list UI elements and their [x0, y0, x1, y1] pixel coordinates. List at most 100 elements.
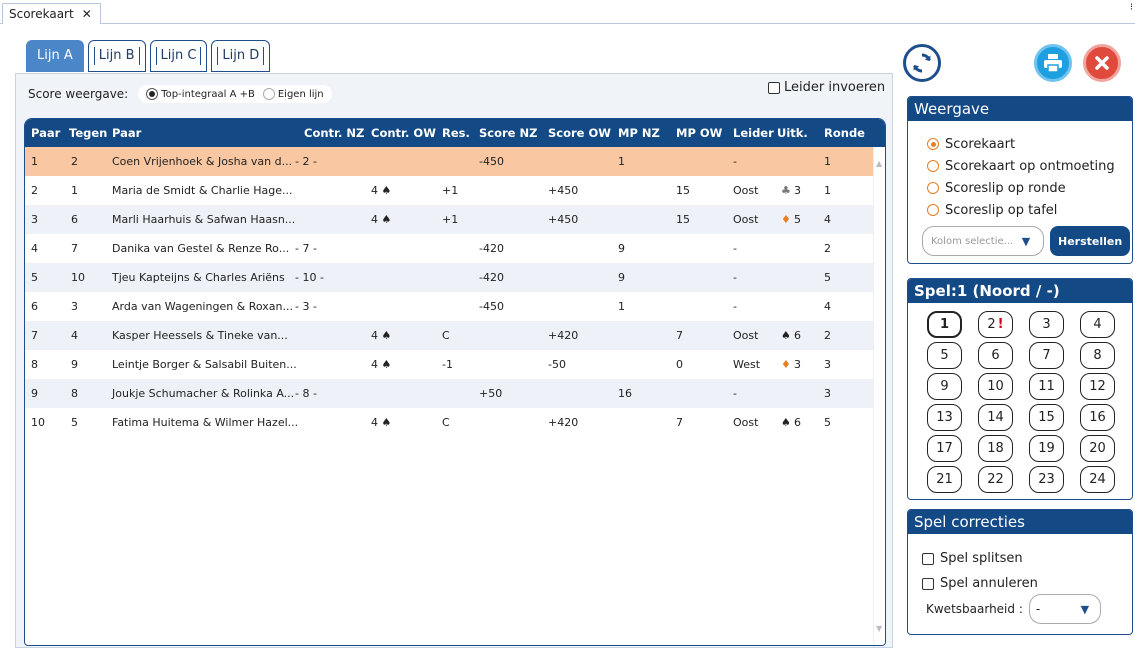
board-button-5[interactable]: 5 [927, 342, 962, 369]
board-number: 16 [1089, 410, 1106, 425]
col-contr-ow[interactable]: Contr. OW [371, 126, 436, 140]
cell-ronde: 4 [824, 300, 831, 313]
cell-tegen: 10 [71, 271, 85, 284]
board-number: 12 [1089, 379, 1106, 394]
column-select[interactable]: Kolom selectie... ▼ [922, 226, 1044, 256]
board-button-18[interactable]: 18 [978, 435, 1013, 462]
board-button-17[interactable]: 17 [927, 435, 962, 462]
document-tab-bar: Scorekaart ✕ ⁝ [0, 0, 1135, 24]
scroll-up-icon[interactable]: ▲ [876, 159, 882, 168]
board-button-2[interactable]: 2! [978, 311, 1013, 338]
col-ronde[interactable]: Ronde [824, 126, 865, 140]
board-button-13[interactable]: 13 [927, 404, 962, 431]
board-button-6[interactable]: 6 [978, 342, 1013, 369]
board-button-15[interactable]: 15 [1029, 404, 1064, 431]
tab-lijn-d[interactable]: Lijn D [211, 40, 271, 72]
col-contr-nz[interactable]: Contr. NZ [304, 126, 364, 140]
cell-paar: 5 [31, 271, 38, 284]
board-button-12[interactable]: 12 [1080, 373, 1115, 400]
board-button-24[interactable]: 24 [1080, 466, 1115, 493]
chevron-down-icon: ▼ [1017, 232, 1035, 250]
leader-checkbox[interactable]: Leider invoeren [768, 80, 885, 95]
col-res[interactable]: Res. [442, 126, 470, 140]
board-button-11[interactable]: 11 [1029, 373, 1064, 400]
vulnerability-select[interactable]: - ▼ [1028, 594, 1101, 624]
close-tab-icon[interactable]: ✕ [82, 5, 92, 24]
col-score-nz[interactable]: Score NZ [479, 126, 537, 140]
cell-mp-nz: 16 [618, 387, 632, 400]
radio-eigen-lijn[interactable]: Eigen lijn [262, 88, 324, 100]
tab-lijn-c[interactable]: Lijn C [149, 40, 208, 72]
col-leider[interactable]: Leider [733, 126, 774, 140]
board-button-19[interactable]: 19 [1029, 435, 1064, 462]
cell-leider: - [733, 300, 737, 313]
board-button-22[interactable]: 22 [978, 466, 1013, 493]
board-button-3[interactable]: 3 [1029, 311, 1064, 338]
table-row[interactable]: 4 7 Danika van Gestel & Renze Ro... - 7 - -4… [25, 234, 885, 263]
option-scoreslip-tafel[interactable]: Scoreslip op tafel [927, 199, 1132, 221]
lead-suit-icon: ♠ [781, 416, 791, 429]
cell-names: Kasper Heessels & Tineke van... [112, 329, 288, 342]
table-row[interactable]: 2 1 Maria de Smidt & Charlie Hage... 4 ♠ +1 +… [25, 176, 885, 205]
board-button-1[interactable]: 1 [927, 311, 962, 338]
cell-score-nz: -450 [479, 155, 504, 168]
col-mp-ow[interactable]: MP OW [676, 126, 722, 140]
checkbox-spel-splitsen[interactable]: Spel splitsen [922, 546, 1132, 571]
option-scorekaart[interactable]: Scorekaart [927, 133, 1132, 155]
board-button-8[interactable]: 8 [1080, 342, 1115, 369]
table-row[interactable]: 8 9 Leintje Borger & Salsabil Buiten... 4 ♠… [25, 350, 885, 379]
reset-button[interactable]: Herstellen [1050, 226, 1131, 256]
col-paar[interactable]: Paar [31, 126, 60, 140]
table-row[interactable]: 1 2 Coen Vrijenhoek & Josha van d... - 2 - -… [25, 147, 885, 176]
tab-scorekaart[interactable]: Scorekaart ✕ [2, 3, 101, 24]
radio-selected-icon [927, 138, 939, 150]
board-button-7[interactable]: 7 [1029, 342, 1064, 369]
cell-ronde: 1 [824, 155, 831, 168]
checkbox-spel-annuleren[interactable]: Spel annuleren [922, 571, 1132, 596]
board-button-21[interactable]: 21 [927, 466, 962, 493]
col-tegen[interactable]: Tegen [69, 126, 107, 140]
radio-top-integraal[interactable]: Top-integraal A +B [146, 88, 255, 100]
corrections-title: Spel correcties [908, 510, 1132, 534]
cell-res: +1 [442, 184, 459, 197]
board-button-9[interactable]: 9 [927, 373, 962, 400]
table-row[interactable]: 6 3 Arda van Wageningen & Roxan... - 3 - -45… [25, 292, 885, 321]
tab-lijn-b[interactable]: Lijn B [87, 40, 146, 72]
option-scoreslip-ronde[interactable]: Scoreslip op ronde [927, 177, 1132, 199]
scroll-down-icon[interactable]: ▼ [876, 624, 882, 633]
vulnerability-row: Kwetsbaarheid : - ▼ [926, 594, 1101, 624]
board-button-4[interactable]: 4 [1080, 311, 1115, 338]
board-button-23[interactable]: 23 [1029, 466, 1064, 493]
vertical-scrollbar[interactable]: ▲ ▼ [873, 147, 885, 645]
board-button-14[interactable]: 14 [978, 404, 1013, 431]
cell-contr-ow: 4 ♠ [371, 213, 392, 226]
close-button[interactable] [1083, 44, 1121, 82]
lead-suit-icon: ♠ [781, 329, 791, 342]
col-paar-names[interactable]: Paar [112, 126, 141, 140]
table-row[interactable]: 5 10 Tjeu Kapteijns & Charles Ariëns - 10 -… [25, 263, 885, 292]
table-row[interactable]: 9 8 Joukje Schumacher & Rolinka A... - 8 - +… [25, 379, 885, 408]
board-number: 24 [1089, 472, 1106, 487]
more-menu-icon[interactable]: ⁝ [1130, 2, 1133, 13]
checkbox-icon [768, 81, 780, 94]
board-button-10[interactable]: 10 [978, 373, 1013, 400]
col-uitk[interactable]: Uitk. [777, 126, 808, 140]
table-body: 1 2 Coen Vrijenhoek & Josha van d... - 2 --… [25, 147, 885, 437]
cell-leider: - [733, 387, 737, 400]
board-button-20[interactable]: 20 [1080, 435, 1115, 462]
table-row[interactable]: 7 4 Kasper Heessels & Tineke van... 4 ♠ C +42… [25, 321, 885, 350]
radio-unselected-icon [927, 182, 939, 194]
table-row[interactable]: 3 6 Marli Haarhuis & Safwan Haasn... 4 ♠ +1 +… [25, 205, 885, 234]
print-button[interactable] [1034, 44, 1072, 82]
cell-uitk-num: 3 [794, 184, 801, 197]
col-mp-nz[interactable]: MP NZ [618, 126, 660, 140]
board-button-16[interactable]: 16 [1080, 404, 1115, 431]
table-row[interactable]: 10 5 Fatima Huitema & Wilmer Hazel... 4 ♠ C +… [25, 408, 885, 437]
board-grid: 1 2! 3 4 5 6 7 8 9 10 11 12 13 14 15 16 17 18 19 20 21 22 23 24 [927, 311, 1115, 493]
tab-lijn-a[interactable]: Lijn A [26, 40, 84, 72]
refresh-button[interactable] [903, 44, 941, 82]
cell-score-nz: -420 [479, 242, 504, 255]
option-scorekaart-ontmoeting[interactable]: Scorekaart op ontmoeting [927, 155, 1132, 177]
cell-tegen: 8 [71, 387, 78, 400]
col-score-ow[interactable]: Score OW [548, 126, 611, 140]
